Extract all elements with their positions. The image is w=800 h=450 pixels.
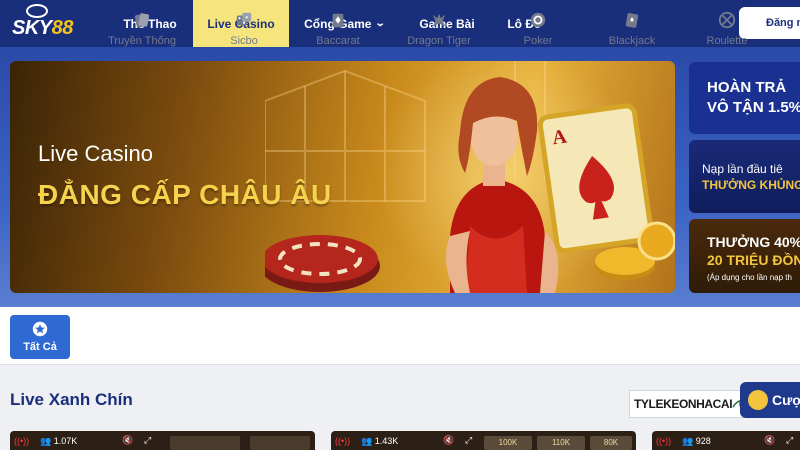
hero-title: ĐẲNG CẤP CHÂU ÂU	[38, 179, 332, 210]
section-title: Live Xanh Chín	[10, 390, 133, 409]
bet-slot[interactable]: 80K	[590, 436, 632, 450]
category-dragon-tiger[interactable]: Dragon Tiger	[401, 0, 477, 58]
baccarat-icon	[332, 13, 344, 28]
bet-slot[interactable]: 110K	[537, 436, 585, 450]
category-poker[interactable]: Poker	[508, 0, 568, 58]
live-broadcast-icon: ((•))	[335, 436, 351, 446]
hero-banner[interactable]: A Live Casino ĐẲNG CẤP CHÂU ÂU	[10, 61, 675, 293]
live-card[interactable]: ((•)) 👥 928 🔇 ⤢	[652, 431, 800, 450]
category-tat-ca[interactable]: Tất Cả	[10, 315, 70, 359]
mute-icon[interactable]: 🔇	[764, 435, 775, 446]
promo-banner-cashback[interactable]: HOÀN TRẢ VÔ TẬN 1.5%	[689, 62, 800, 134]
live-card[interactable]: ((•)) 👥 1.07K 🔇 ⤢	[10, 431, 315, 450]
viewer-count: 👥 928	[682, 436, 711, 446]
bet-slot[interactable]: 100K	[484, 436, 532, 450]
sky88-logo[interactable]: SKY88	[8, 4, 73, 42]
chevron-down-icon: ⌄	[375, 18, 387, 29]
tylekeonhacai-watermark: TYLEKEONHACAI	[629, 390, 757, 418]
fullscreen-icon[interactable]: ⤢	[465, 435, 472, 446]
blackjack-icon	[625, 13, 639, 28]
category-baccarat[interactable]: Baccarat	[308, 0, 368, 58]
live-card[interactable]: ((•)) 👥 1.43K 🔇 ⤢ 100K 110K 80K	[331, 431, 636, 450]
live-broadcast-icon: ((•))	[14, 436, 30, 446]
live-broadcast-icon: ((•))	[656, 436, 672, 446]
chip-icon	[530, 12, 546, 28]
promo-banner-bonus-40[interactable]: THƯỞNG 40% 20 TRIỆU ĐỒN (Áp dụng cho lần…	[689, 219, 800, 293]
dice-icon	[236, 12, 252, 26]
roulette-icon	[718, 11, 736, 29]
viewer-count: 👥 1.07K	[40, 436, 78, 446]
casino-illustration: A	[265, 61, 675, 293]
cards-icon	[134, 13, 150, 28]
fullscreen-icon[interactable]: ⤢	[144, 435, 151, 446]
category-truyen-thong[interactable]: Truyền Thống	[103, 0, 181, 58]
category-sicbo[interactable]: Sicbo	[214, 0, 274, 58]
category-bar	[0, 307, 800, 365]
star-icon	[32, 321, 48, 337]
category-roulette[interactable]: Roulette	[697, 0, 757, 58]
logo-text: SKY	[12, 17, 52, 39]
fullscreen-icon[interactable]: ⤢	[786, 435, 793, 446]
dragon-icon	[432, 13, 446, 27]
viewer-count: 👥 1.43K	[361, 436, 399, 446]
logo-number: 88	[51, 17, 74, 39]
mute-icon[interactable]: 🔇	[443, 435, 454, 446]
category-blackjack[interactable]: Blackjack	[601, 0, 663, 58]
ball-icon	[26, 4, 48, 18]
promo-banner-first-deposit[interactable]: Nạp lần đầu tiê THƯỞNG KHỦNG	[689, 140, 800, 213]
hero-subtitle: Live Casino	[38, 141, 153, 166]
bet-button[interactable]: Cược	[740, 382, 800, 418]
coin-icon	[748, 390, 768, 410]
mute-icon[interactable]: 🔇	[122, 435, 133, 446]
